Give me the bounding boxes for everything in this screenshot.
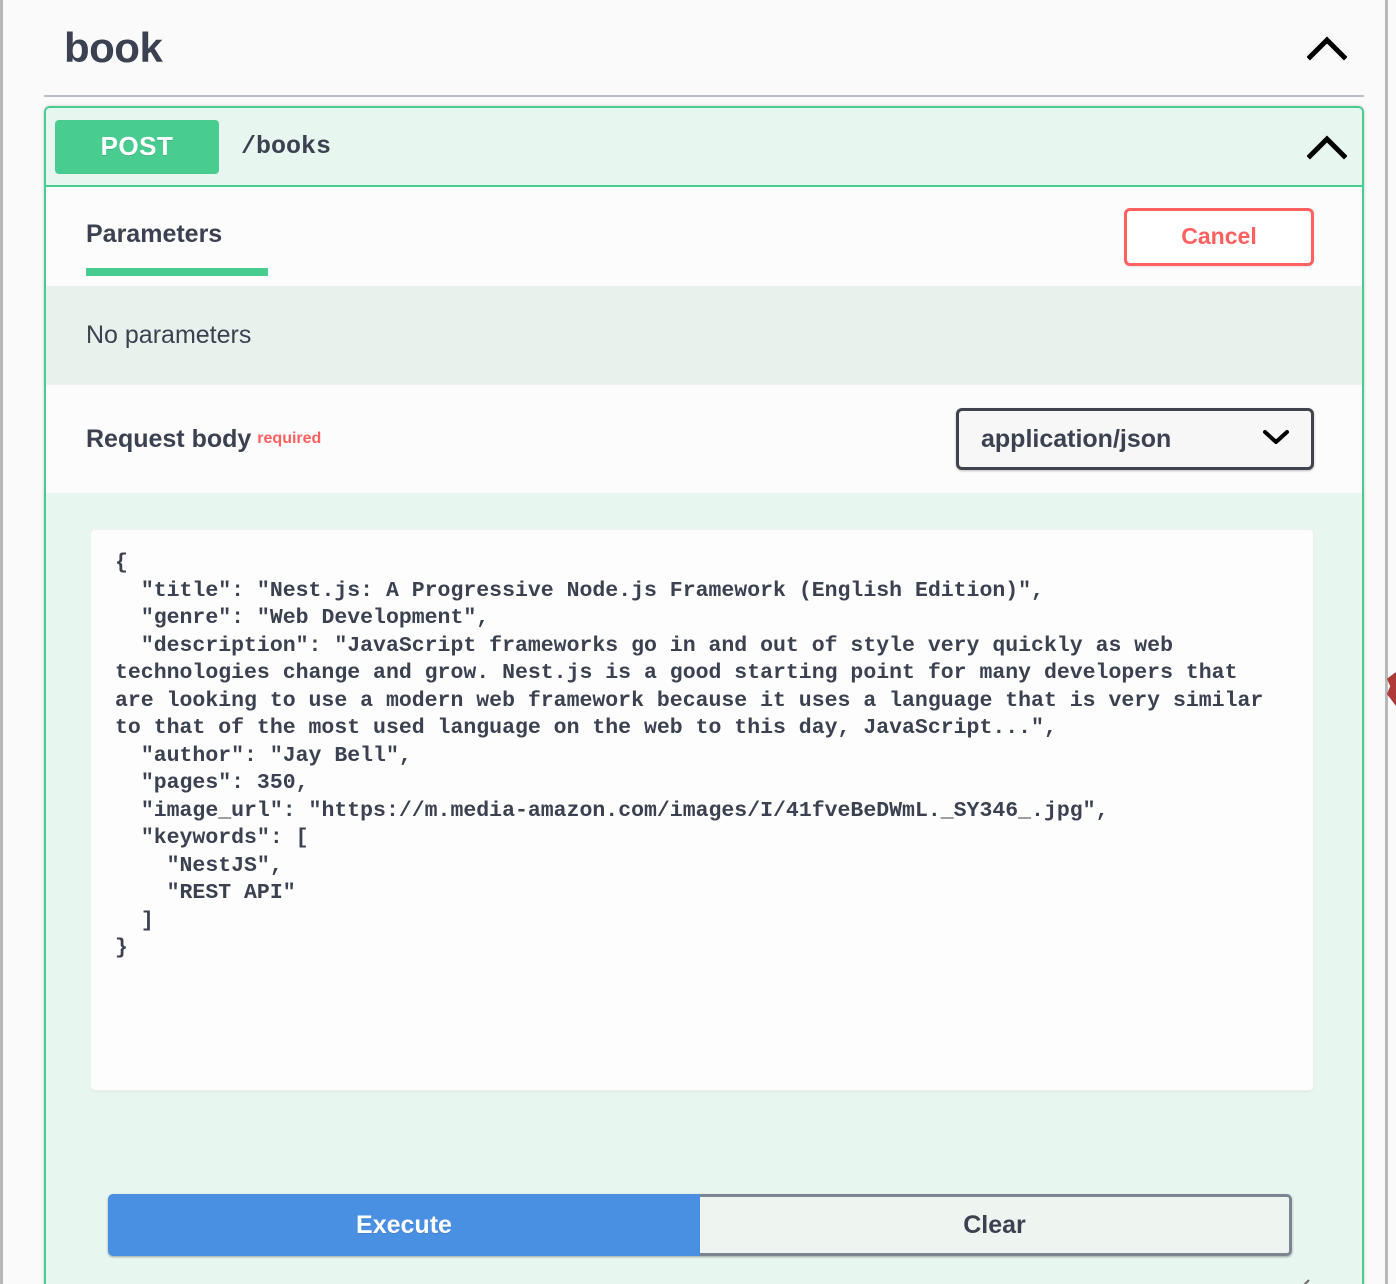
tag-header-book[interactable]: book xyxy=(6,0,1364,96)
request-body-textarea[interactable]: { "title": "Nest.js: A Progressive Node.… xyxy=(90,529,1314,1091)
cancel-button[interactable]: Cancel xyxy=(1124,207,1314,266)
request-body-label: Request body xyxy=(86,424,252,453)
chevron-up-icon[interactable] xyxy=(1306,126,1348,168)
clear-button[interactable]: Clear xyxy=(700,1194,1292,1256)
execute-area: Execute Clear xyxy=(46,1091,1362,1284)
request-body-editor-wrap: { "title": "Nest.js: A Progressive Node.… xyxy=(46,493,1362,1284)
operation-body: Parameters Cancel No parameters Request … xyxy=(46,185,1362,1284)
media-type-select[interactable]: application/json xyxy=(956,408,1314,470)
no-parameters-text: No parameters xyxy=(86,320,252,349)
no-parameters-message: No parameters xyxy=(46,286,1362,384)
execute-button-group: Execute Clear xyxy=(108,1194,1292,1256)
http-method-badge: POST xyxy=(55,119,219,174)
media-type-value: application/json xyxy=(981,424,1172,453)
operation-block-post-books: POST /books Parameters Cancel No paramet… xyxy=(44,106,1364,1284)
right-page-border xyxy=(1385,0,1388,1284)
tabs-row: Parameters Cancel xyxy=(46,187,1362,286)
swagger-operation-panel: book POST /books Parameters Cancel No pa… xyxy=(0,0,1396,1284)
execute-button[interactable]: Execute xyxy=(108,1194,700,1256)
operation-summary-header[interactable]: POST /books xyxy=(46,108,1362,185)
operation-path: /books xyxy=(241,132,332,161)
tab-active-underline xyxy=(86,268,268,276)
chevron-down-icon xyxy=(1263,429,1289,450)
tab-parameters[interactable]: Parameters xyxy=(86,220,222,253)
resize-grip-icon[interactable] xyxy=(1288,1276,1310,1284)
request-body-row: Request body required application/json xyxy=(46,384,1362,493)
tag-divider xyxy=(44,95,1364,97)
chevron-up-icon[interactable] xyxy=(1306,27,1348,69)
required-badge: required xyxy=(257,430,322,447)
page-title: book xyxy=(64,24,163,71)
clipped-edge-marker xyxy=(1387,672,1396,706)
